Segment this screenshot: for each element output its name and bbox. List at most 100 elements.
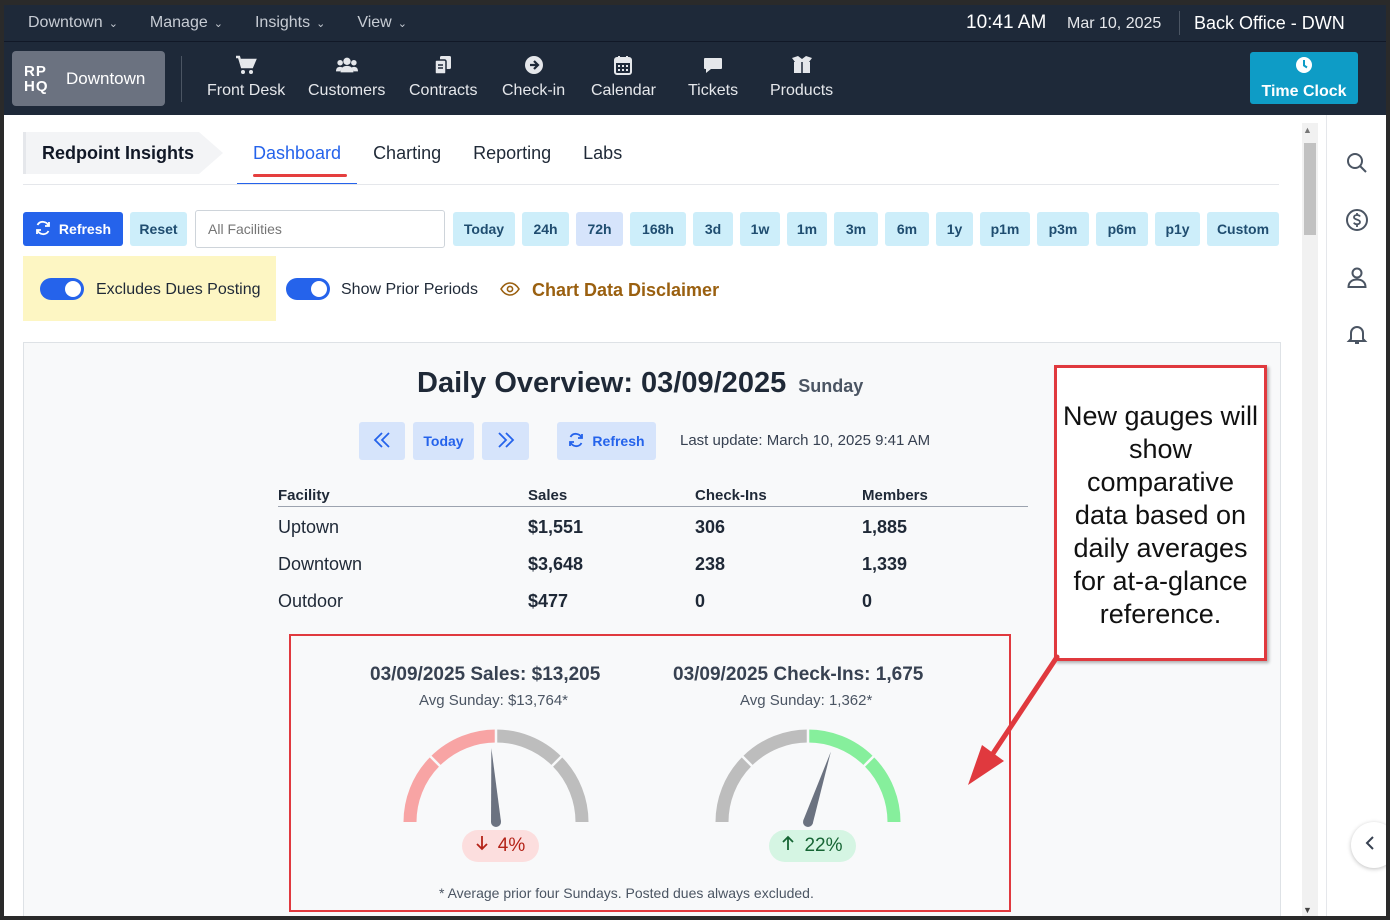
excludes-dues-label: Excludes Dues Posting: [96, 281, 261, 298]
sales-gauge-avg: Avg Sunday: $13,764*: [419, 692, 569, 709]
nav-front-desk[interactable]: Front Desk: [207, 54, 285, 100]
gauges-highlight: 03/09/2025 Sales: $13,205 Avg Sunday: $1…: [289, 634, 1011, 912]
menu-insights[interactable]: Insights ⌄: [248, 14, 337, 44]
checkins-cell: 306: [695, 517, 726, 537]
nav-products[interactable]: Products: [770, 54, 833, 100]
sales-cell: $1,551: [528, 517, 584, 537]
divider: [181, 56, 182, 102]
user-icon[interactable]: [1345, 265, 1369, 289]
range-p3m[interactable]: p3m: [1037, 212, 1089, 246]
scrollbar-thumb[interactable]: [1304, 143, 1316, 235]
office-selector[interactable]: Back Office - DWN: [1194, 13, 1345, 34]
tab-charting[interactable]: Charting: [357, 133, 457, 185]
search-icon[interactable]: [1345, 151, 1369, 175]
column-header: Check-Ins: [695, 487, 767, 504]
chart-disclaimer-link[interactable]: Chart Data Disclaimer: [500, 280, 719, 301]
nav-contracts[interactable]: Contracts: [409, 54, 477, 100]
today-button[interactable]: Today: [413, 422, 474, 460]
time-clock-label: Time Clock: [1261, 82, 1347, 100]
menu-downtown[interactable]: Downtown ⌄: [28, 14, 130, 32]
overview-refresh-button[interactable]: Refresh: [557, 422, 656, 460]
facility-cell: Outdoor: [278, 591, 344, 611]
menu-label: View: [357, 14, 392, 31]
range-1y[interactable]: 1y: [936, 212, 973, 246]
clock-icon: [1295, 56, 1313, 79]
chevron-down-icon: ⌄: [316, 17, 326, 30]
location-switcher[interactable]: RP HQ Downtown: [12, 51, 165, 106]
arrow-down-icon: [476, 835, 488, 857]
range-p1y[interactable]: p1y: [1155, 212, 1200, 246]
range-168h[interactable]: 168h: [630, 212, 686, 246]
range-3d[interactable]: 3d: [693, 212, 733, 246]
eye-icon: [500, 280, 520, 301]
nav-label: Front Desk: [207, 82, 286, 99]
tab-reporting[interactable]: Reporting: [457, 133, 567, 185]
refresh-label: Refresh: [58, 221, 112, 237]
cart-icon: [235, 54, 257, 76]
nav-calendar[interactable]: Calendar: [591, 54, 656, 100]
facility-cell: Downtown: [278, 554, 363, 574]
nav-label: Calendar: [591, 82, 656, 99]
range-p1m[interactable]: p1m: [980, 212, 1030, 246]
nav-tickets[interactable]: Tickets: [688, 54, 738, 100]
divider: [23, 184, 1279, 185]
show-prior-toggle[interactable]: [286, 278, 330, 300]
nav-label: Contracts: [409, 82, 478, 99]
scroll-up-icon[interactable]: ▲: [1303, 125, 1312, 135]
chevron-down-icon: ⌄: [397, 17, 407, 30]
column-header: Facility: [278, 487, 330, 504]
range-custom[interactable]: Custom: [1207, 212, 1279, 246]
box-icon: [791, 54, 813, 76]
highlight-box: Excludes Dues Posting: [23, 256, 276, 321]
previous-day-button[interactable]: [359, 422, 405, 460]
top-bar: Downtown ⌄ Manage ⌄ Insights ⌄ View ⌄ 10:41 …: [4, 5, 1386, 44]
range-today[interactable]: Today: [453, 212, 515, 246]
dollar-icon[interactable]: [1345, 208, 1369, 232]
menu-label: Manage: [149, 14, 208, 31]
callout-text: New gauges will show comparative data ba…: [1062, 401, 1259, 629]
next-day-button[interactable]: [482, 422, 529, 460]
nav-customers[interactable]: Customers: [308, 54, 385, 100]
range-6m[interactable]: 6m: [885, 212, 929, 246]
collapse-rail-button[interactable]: [1351, 822, 1386, 868]
gauge-hub: [803, 817, 813, 827]
table-header: Facility Sales Check-Ins Members: [278, 485, 1028, 507]
highlight-underline: [253, 174, 348, 177]
facility-table: Facility Sales Check-Ins Members Uptown …: [278, 485, 1028, 618]
tab-dashboard[interactable]: Dashboard: [237, 133, 358, 185]
scrollbar[interactable]: [1302, 123, 1318, 916]
time-clock-button[interactable]: Time Clock: [1250, 52, 1358, 104]
range-24h[interactable]: 24h: [522, 212, 569, 246]
rphq-logo: RP HQ: [24, 62, 49, 95]
insights-tabs: Dashboard Charting Reporting Labs: [237, 133, 638, 185]
table-row: Downtown $3,648 238 1,339: [278, 544, 1028, 581]
tab-labs[interactable]: Labs: [567, 133, 638, 185]
scroll-down-icon[interactable]: ▼: [1303, 905, 1312, 915]
table-row: Outdoor $477 0 0: [278, 581, 1028, 618]
range-72h[interactable]: 72h: [576, 212, 623, 246]
range-3m[interactable]: 3m: [834, 212, 878, 246]
gauge-needle: [491, 748, 501, 823]
excludes-dues-toggle[interactable]: [40, 278, 84, 300]
gauge-band-high: [495, 729, 589, 823]
range-1m[interactable]: 1m: [787, 212, 827, 246]
range-p6m[interactable]: p6m: [1096, 212, 1148, 246]
clock-date: Mar 10, 2025: [1067, 15, 1162, 32]
sales-gauge: [403, 728, 589, 827]
menu-manage[interactable]: Manage ⌄: [150, 14, 235, 32]
chevron-left-icon: [1365, 835, 1375, 856]
nav-check-in[interactable]: Check-in: [502, 54, 565, 100]
chevron-down-icon: ⌄: [213, 17, 223, 30]
menu-view[interactable]: View ⌄: [357, 14, 419, 32]
reset-button[interactable]: Reset: [130, 212, 187, 246]
range-1w[interactable]: 1w: [740, 212, 780, 246]
arrow-up-icon: [782, 835, 795, 857]
divider: [1179, 11, 1180, 35]
facilities-select[interactable]: [195, 210, 445, 248]
section-title: Redpoint Insights: [23, 132, 223, 174]
checkins-change-badge: 22%: [769, 830, 856, 862]
location-name: Downtown: [66, 68, 146, 88]
nav-label: Tickets: [688, 82, 739, 99]
refresh-button[interactable]: Refresh: [23, 212, 123, 246]
bell-icon[interactable]: [1345, 322, 1369, 346]
